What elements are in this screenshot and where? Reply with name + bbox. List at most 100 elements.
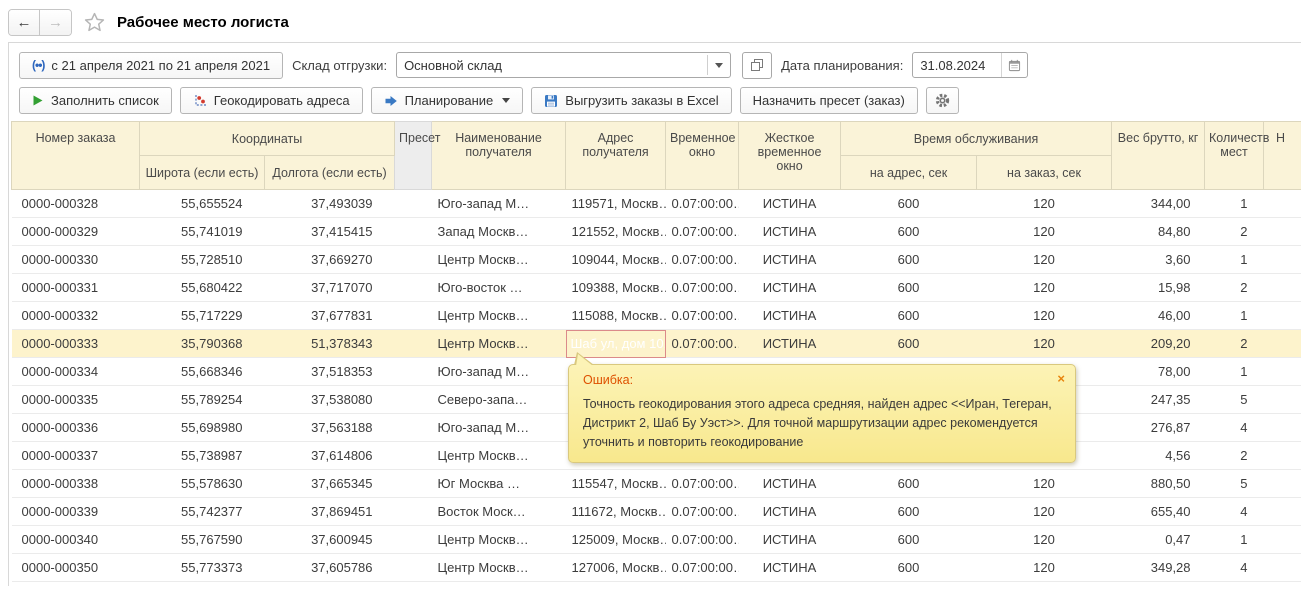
col-header-time-window[interactable]: Временное окно	[666, 122, 739, 190]
order-row[interactable]: 0000-000340 55,767590 37,600945 Центр Мо…	[12, 526, 1301, 554]
warehouse-value[interactable]: Основной склад	[397, 53, 707, 77]
warehouse-open-button[interactable]	[742, 52, 772, 79]
cell-preset[interactable]	[395, 218, 432, 246]
cell-time-window[interactable]: 0.07:00:00…	[666, 274, 739, 302]
cell-preset[interactable]	[395, 498, 432, 526]
cell-sec-per-order[interactable]: 120	[977, 526, 1112, 554]
fill-list-button[interactable]: Заполнить список	[19, 87, 172, 114]
cell-latitude[interactable]: 55,680422	[140, 274, 265, 302]
cell-recipient-address[interactable]: 109044, Москв…	[566, 246, 666, 274]
cell-recipient-name[interactable]: Восток Моск…	[432, 498, 566, 526]
cell-hard-window[interactable]: ИСТИНА	[739, 218, 841, 246]
cell-longitude[interactable]: 37,600945	[265, 526, 395, 554]
cell-longitude[interactable]: 37,415415	[265, 218, 395, 246]
col-header-recipient-name[interactable]: Наименование получателя	[432, 122, 566, 190]
cell-longitude[interactable]: 37,677831	[265, 302, 395, 330]
cell-order-number[interactable]: 0000-000334	[12, 358, 140, 386]
cell-order-number[interactable]: 0000-000333	[12, 330, 140, 358]
cell-gross-weight[interactable]: 247,35	[1112, 386, 1205, 414]
order-row[interactable]: 0000-000331 55,680422 37,717070 Юго-вост…	[12, 274, 1301, 302]
cell-hard-window[interactable]: ИСТИНА	[739, 274, 841, 302]
cell-longitude[interactable]: 37,717070	[265, 274, 395, 302]
cell-cut-off[interactable]	[1264, 386, 1301, 414]
cell-sec-per-order[interactable]: 120	[977, 190, 1112, 218]
close-icon[interactable]: ×	[1057, 371, 1065, 386]
cell-preset[interactable]	[395, 442, 432, 470]
cell-recipient-name[interactable]: Юго-запад М…	[432, 190, 566, 218]
cell-longitude[interactable]: 37,538080	[265, 386, 395, 414]
col-header-sec-per-order[interactable]: на заказ, сек	[977, 156, 1112, 190]
cell-cut-off[interactable]	[1264, 302, 1301, 330]
cell-recipient-name[interactable]: Юг Москва …	[432, 470, 566, 498]
calendar-picker-button[interactable]	[1001, 53, 1027, 77]
cell-places-count[interactable]: 1	[1205, 358, 1264, 386]
favorite-star-icon[interactable]	[84, 12, 105, 32]
col-header-coords-group[interactable]: Координаты	[140, 122, 395, 156]
cell-preset[interactable]	[395, 526, 432, 554]
cell-gross-weight[interactable]: 344,00	[1112, 190, 1205, 218]
cell-gross-weight[interactable]: 15,98	[1112, 274, 1205, 302]
col-header-order[interactable]: Номер заказа	[12, 122, 140, 190]
cell-latitude[interactable]: 55,668346	[140, 358, 265, 386]
cell-gross-weight[interactable]: 655,40	[1112, 498, 1205, 526]
cell-sec-per-order[interactable]: 120	[977, 218, 1112, 246]
cell-cut-off[interactable]	[1264, 358, 1301, 386]
cell-latitude[interactable]: 55,767590	[140, 526, 265, 554]
cell-places-count[interactable]: 1	[1205, 246, 1264, 274]
cell-gross-weight[interactable]: 0,47	[1112, 526, 1205, 554]
cell-latitude[interactable]: 55,742377	[140, 498, 265, 526]
cell-recipient-name[interactable]: Юго-восток …	[432, 274, 566, 302]
cell-cut-off[interactable]	[1264, 218, 1301, 246]
cell-time-window[interactable]: 0.07:00:00…	[666, 330, 739, 358]
cell-sec-per-address[interactable]: 600	[841, 330, 977, 358]
cell-longitude[interactable]: 37,605786	[265, 554, 395, 582]
cell-longitude[interactable]: 37,563188	[265, 414, 395, 442]
cell-sec-per-order[interactable]: 120	[977, 302, 1112, 330]
col-header-longitude[interactable]: Долгота (если есть)	[265, 156, 395, 190]
cell-preset[interactable]	[395, 470, 432, 498]
cell-hard-window[interactable]: ИСТИНА	[739, 330, 841, 358]
col-header-sec-per-address[interactable]: на адрес, сек	[841, 156, 977, 190]
col-header-places-count[interactable]: Количеств мест	[1205, 122, 1264, 190]
cell-places-count[interactable]: 2	[1205, 442, 1264, 470]
cell-cut-off[interactable]	[1264, 498, 1301, 526]
cell-latitude[interactable]: 55,655524	[140, 190, 265, 218]
cell-latitude[interactable]: 55,728510	[140, 246, 265, 274]
cell-preset[interactable]	[395, 274, 432, 302]
order-row[interactable]: 0000-000329 55,741019 37,415415 Запад Мо…	[12, 218, 1301, 246]
cell-recipient-name[interactable]: Центр Москв…	[432, 554, 566, 582]
cell-latitude[interactable]: 55,738987	[140, 442, 265, 470]
cell-time-window[interactable]: 0.07:00:00…	[666, 470, 739, 498]
cell-cut-off[interactable]	[1264, 526, 1301, 554]
settings-button[interactable]	[926, 87, 959, 114]
cell-sec-per-order[interactable]: 120	[977, 470, 1112, 498]
cell-time-window[interactable]: 0.07:00:00…	[666, 246, 739, 274]
cell-longitude[interactable]: 51,378343	[265, 330, 395, 358]
cell-order-number[interactable]: 0000-000337	[12, 442, 140, 470]
cell-recipient-name[interactable]: Северо-запа…	[432, 386, 566, 414]
cell-sec-per-address[interactable]: 600	[841, 526, 977, 554]
order-row[interactable]: 0000-000338 55,578630 37,665345 Юг Москв…	[12, 470, 1301, 498]
warehouse-combo[interactable]: Основной склад	[396, 52, 731, 78]
cell-places-count[interactable]: 2	[1205, 330, 1264, 358]
cell-sec-per-order[interactable]: 120	[977, 274, 1112, 302]
cell-places-count[interactable]: 4	[1205, 554, 1264, 582]
cell-recipient-address[interactable]: 115088, Москв…	[566, 302, 666, 330]
cell-order-number[interactable]: 0000-000335	[12, 386, 140, 414]
cell-recipient-name[interactable]: Юго-запад М…	[432, 414, 566, 442]
geocode-button[interactable]: Геокодировать адреса	[180, 87, 363, 114]
cell-preset[interactable]	[395, 554, 432, 582]
cell-sec-per-address[interactable]: 600	[841, 274, 977, 302]
cell-preset[interactable]	[395, 330, 432, 358]
cell-cut-off[interactable]	[1264, 246, 1301, 274]
cell-hard-window[interactable]: ИСТИНА	[739, 302, 841, 330]
cell-sec-per-address[interactable]: 600	[841, 554, 977, 582]
cell-longitude[interactable]: 37,518353	[265, 358, 395, 386]
col-header-hard-time-window[interactable]: Жесткое временное окно	[739, 122, 841, 190]
cell-sec-per-address[interactable]: 600	[841, 190, 977, 218]
cell-order-number[interactable]: 0000-000336	[12, 414, 140, 442]
cell-hard-window[interactable]: ИСТИНА	[739, 554, 841, 582]
cell-recipient-name[interactable]: Запад Москв…	[432, 218, 566, 246]
cell-hard-window[interactable]: ИСТИНА	[739, 190, 841, 218]
cell-places-count[interactable]: 1	[1205, 526, 1264, 554]
